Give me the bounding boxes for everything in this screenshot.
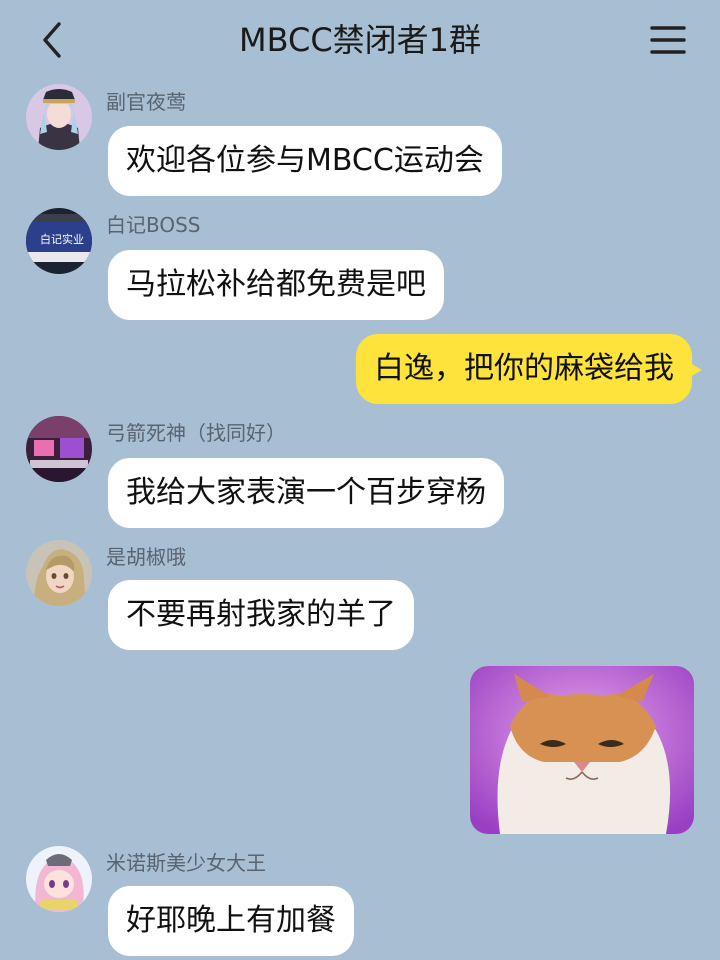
message-bubble[interactable]: 我给大家表演一个百步穿杨 — [108, 458, 504, 528]
neon-scene-avatar-icon — [26, 416, 92, 482]
anime-officer-avatar-icon — [26, 84, 92, 150]
anime-girl-avatar-icon — [26, 540, 92, 606]
sender-name: 白记BOSS — [106, 213, 201, 237]
chat-header: MBCC禁闭者1群 — [0, 0, 720, 80]
avatar[interactable] — [26, 540, 92, 606]
sender-name: 副官夜莺 — [106, 90, 186, 114]
message-bubble[interactable]: 欢迎各位参与MBCC运动会 — [108, 126, 502, 196]
menu-button[interactable] — [644, 18, 692, 62]
avatar-shop-text: 白记实业 — [40, 232, 84, 246]
cat-meme-icon — [470, 666, 694, 834]
sender-name: 弓箭死神（找同好） — [106, 421, 286, 445]
chat-title: MBCC禁闭者1群 — [238, 21, 482, 59]
message-bubble[interactable]: 不要再射我家的羊了 — [108, 580, 414, 650]
message-bubble[interactable]: 好耶晚上有加餐 — [108, 886, 354, 956]
message-bubble[interactable]: 马拉松补给都免费是吧 — [108, 250, 444, 320]
shop-sign-avatar-icon: 白记实业 — [26, 208, 92, 274]
bubble-tail-icon — [688, 362, 702, 378]
cat-meme-image[interactable] — [470, 666, 694, 834]
hamburger-menu-icon — [650, 26, 686, 54]
chibi-girl-avatar-icon — [26, 846, 92, 912]
avatar[interactable]: 白记实业 — [26, 208, 92, 274]
avatar[interactable] — [26, 84, 92, 150]
message-bubble-outgoing[interactable]: 白逸，把你的麻袋给我 — [356, 334, 692, 404]
sender-name: 是胡椒哦 — [106, 545, 186, 569]
avatar[interactable] — [26, 416, 92, 482]
avatar[interactable] — [26, 846, 92, 912]
sender-name: 米诺斯美少女大王 — [106, 851, 266, 875]
